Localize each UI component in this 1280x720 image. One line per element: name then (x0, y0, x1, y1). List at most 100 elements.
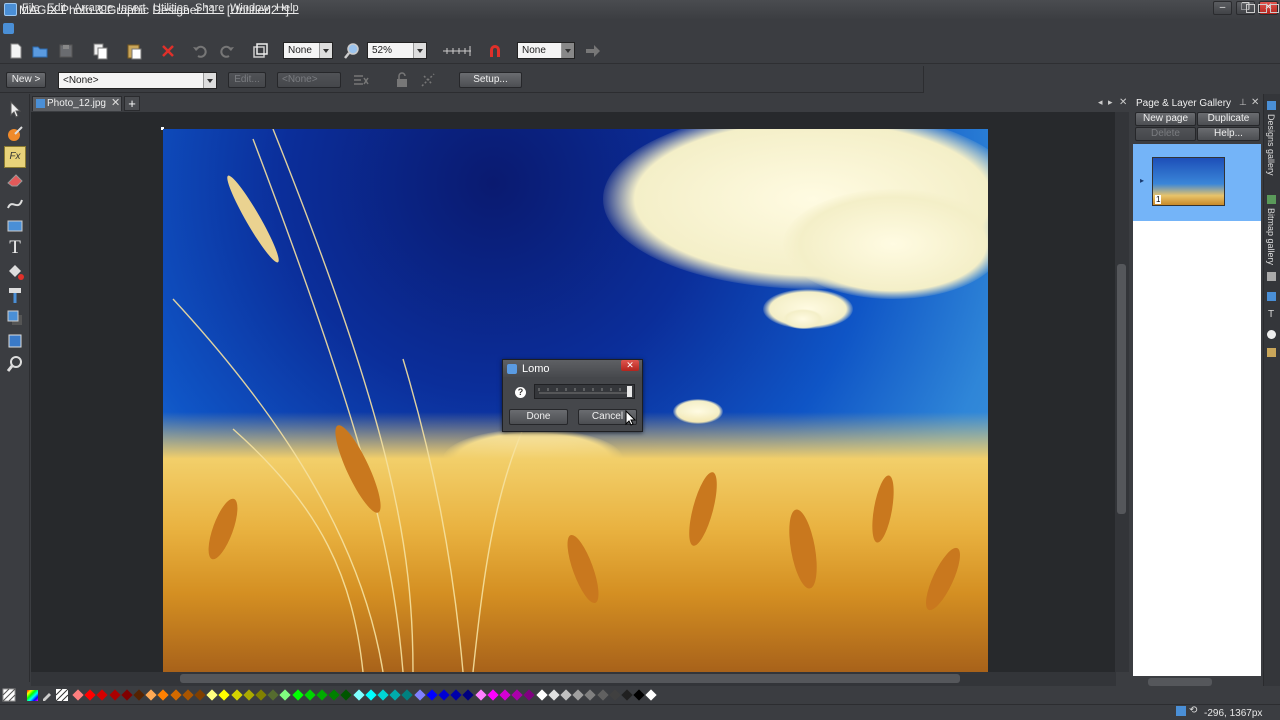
minimize-button[interactable]: – (1213, 1, 1232, 15)
done-button[interactable]: Done (509, 409, 568, 425)
copy-icon[interactable] (91, 42, 109, 60)
doc-menu-icon[interactable] (3, 23, 14, 34)
scatter-icon[interactable] (420, 72, 436, 88)
tag-gallery-icon[interactable] (1267, 348, 1276, 357)
dialog-title: Lomo (522, 363, 550, 375)
add-tab-button[interactable]: + (124, 96, 140, 111)
new-button[interactable]: New > (6, 72, 46, 88)
open-folder-icon[interactable] (31, 42, 49, 60)
gallery-list[interactable] (1133, 144, 1261, 676)
eraser-tool-icon[interactable] (5, 170, 25, 190)
layout-icon[interactable] (1176, 706, 1186, 716)
page-number: 1 (1155, 195, 1162, 204)
chevron-down-icon (413, 43, 426, 58)
chevron-down-icon (203, 73, 216, 88)
close-document-icon[interactable]: ✕ (1119, 97, 1127, 108)
zoom-select[interactable]: 52% (367, 42, 427, 59)
no-color-icon[interactable] (2, 688, 16, 702)
tab-scroll-left-icon[interactable]: ◂ (1098, 97, 1103, 108)
ruler-icon[interactable] (441, 42, 473, 60)
quality-select[interactable]: None (283, 42, 333, 59)
menu-file[interactable]: File (22, 2, 40, 14)
horizontal-scroll-thumb[interactable] (180, 674, 960, 683)
paste-icon[interactable] (125, 42, 143, 60)
color-picker-icon[interactable] (27, 690, 38, 701)
menu-utilities[interactable]: Utilities (153, 2, 188, 14)
property-icon[interactable] (352, 72, 370, 88)
zoom-tool-icon[interactable] (5, 354, 25, 374)
tab-bitmap-gallery[interactable]: Bitmap gallery (1266, 208, 1276, 265)
redo-icon[interactable] (218, 42, 236, 60)
gallery-scroll-thumb[interactable] (1148, 678, 1212, 686)
edit-button[interactable]: Edit... (228, 72, 266, 88)
vertical-scroll-thumb[interactable] (1117, 264, 1126, 514)
page-thumbnail[interactable] (1152, 157, 1225, 206)
font-gallery-icon[interactable]: T (1268, 309, 1274, 320)
text-tool-icon[interactable]: T (5, 238, 25, 258)
slider-thumb[interactable] (627, 386, 632, 397)
lock-icon[interactable] (394, 72, 410, 88)
chevron-right-icon (561, 43, 574, 58)
fill-gallery-icon[interactable] (1267, 292, 1276, 301)
tab-label: Photo_12.jpg (47, 98, 106, 109)
colour-gallery-icon[interactable] (1267, 330, 1276, 339)
pointer-coordinates: -296, 1367px (1204, 708, 1263, 719)
pattern-swatch-icon[interactable] (56, 689, 68, 701)
new-page-button[interactable]: New page (1135, 112, 1196, 126)
save-icon[interactable] (57, 42, 75, 60)
expand-arrow-icon[interactable]: ▸ (1140, 176, 1144, 185)
fill-tool-icon[interactable] (5, 262, 25, 282)
mdi-minimize-icon[interactable] (1246, 4, 1255, 13)
snap-magnet-icon[interactable] (486, 42, 504, 60)
new-document-icon[interactable] (7, 42, 25, 60)
delete-icon[interactable] (159, 42, 177, 60)
menu-share[interactable]: Share (195, 2, 224, 14)
secondary-select[interactable]: <None> (277, 72, 341, 88)
mdi-restore-icon[interactable] (1258, 4, 1267, 13)
tab-close-icon[interactable]: ✕ (111, 96, 120, 109)
chevron-down-icon (319, 43, 332, 58)
arrow-right-icon[interactable] (584, 42, 602, 60)
transparency-tool-icon[interactable] (5, 285, 25, 305)
shadow-tool-icon[interactable] (5, 308, 25, 328)
duplicate-button[interactable]: Duplicate (1197, 112, 1260, 126)
snap-select[interactable]: None (517, 42, 575, 59)
eyedropper-icon[interactable] (41, 689, 53, 701)
crop-tool-icon[interactable] (5, 331, 25, 351)
menu-help[interactable]: Help (276, 2, 299, 14)
dialog-close-icon[interactable]: ✕ (621, 360, 639, 371)
app-logo-icon (4, 3, 17, 16)
menu-edit[interactable]: Edit (47, 2, 66, 14)
mouse-cursor-icon (625, 410, 637, 426)
fx-tool-icon[interactable]: Fx (4, 146, 26, 168)
gallery-close-icon[interactable]: ✕ (1251, 97, 1259, 108)
help-icon[interactable]: ? (515, 387, 526, 398)
line-gallery-icon[interactable] (1267, 272, 1276, 281)
menu-arrange[interactable]: Arrange (74, 2, 113, 14)
menu-insert[interactable]: Insert (118, 2, 146, 14)
status-bar (0, 704, 1280, 720)
bitmap-gallery-icon[interactable] (1267, 195, 1276, 204)
transform-icon[interactable] (251, 42, 269, 60)
help-button[interactable]: Help... (1197, 127, 1260, 141)
rectangle-tool-icon[interactable] (5, 216, 25, 236)
setup-button[interactable]: Setup... (459, 72, 522, 88)
designs-gallery-icon[interactable] (1267, 101, 1276, 110)
tab-scroll-right-icon[interactable]: ▸ (1108, 97, 1113, 108)
dialog-app-icon (507, 364, 517, 374)
brush-tool-icon[interactable] (5, 124, 25, 144)
tab-designs-gallery[interactable]: Designs gallery (1266, 114, 1276, 176)
selector-tool-icon[interactable] (5, 99, 25, 119)
zoom-icon[interactable] (343, 42, 361, 60)
delete-button[interactable]: Delete (1135, 127, 1196, 141)
preset-select[interactable]: <None> (58, 72, 217, 89)
pin-icon[interactable]: ⊥ (1239, 97, 1247, 108)
refresh-icon[interactable]: ⟲ (1189, 705, 1197, 716)
undo-icon[interactable] (191, 42, 209, 60)
menu-bar (0, 20, 1280, 38)
mdi-close-icon[interactable] (1270, 4, 1279, 13)
image-file-icon (36, 99, 45, 108)
lomo-intensity-slider[interactable] (534, 384, 635, 399)
shape-edit-tool-icon[interactable] (5, 193, 25, 213)
menu-window[interactable]: Window (230, 2, 269, 14)
